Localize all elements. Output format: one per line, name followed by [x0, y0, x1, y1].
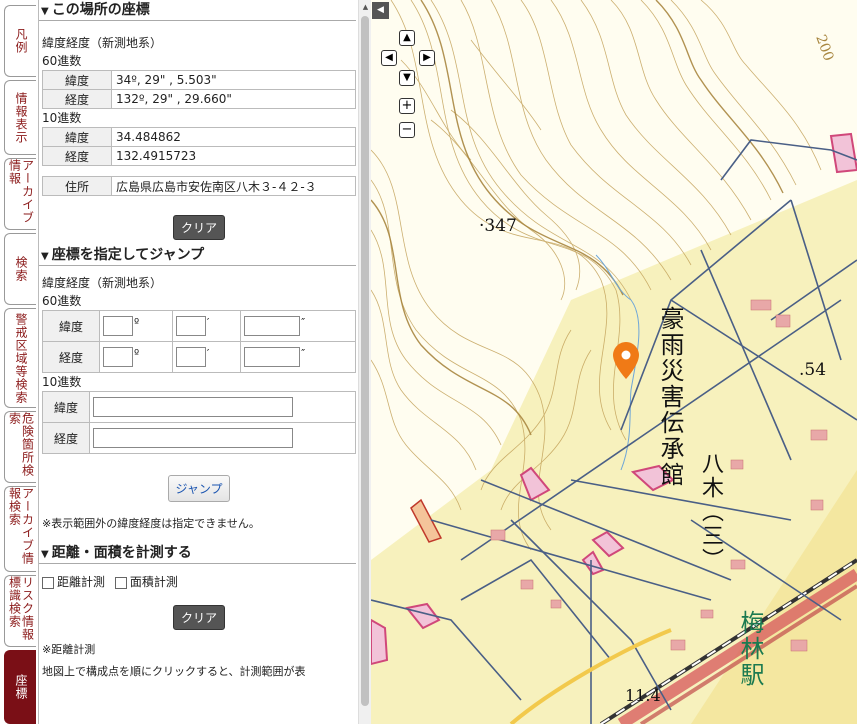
map-canvas [371, 0, 857, 724]
decimal-label: 10進数 [42, 375, 82, 389]
coordinates-panel: ▼ この場所の座標 緯度経度（新測地系） 60進数 緯度 34º, 29" , 5.… [38, 0, 359, 724]
lon-second-input[interactable] [244, 347, 301, 367]
elevation-label: ·347 [479, 216, 517, 236]
tab-label: アーカイブ情報検索 [7, 487, 35, 565]
lon-degree-input[interactable] [103, 347, 133, 367]
tab-coordinates[interactable]: 座標 [4, 650, 36, 724]
lat60-value: 34º, 29" , 5.503" [111, 70, 356, 90]
second-unit: ″ [301, 347, 306, 360]
tab-label: リスク情報標識検索 [7, 576, 35, 641]
minute-unit: ′ [206, 316, 210, 329]
zoom-out-icon[interactable]: − [399, 122, 415, 138]
pan-up-icon[interactable]: ▲ [399, 30, 415, 46]
scroll-thumb[interactable] [361, 16, 369, 706]
tab-risk-sign-search[interactable]: リスク情報標識検索 [4, 575, 36, 647]
jump-sexagesimal-form: 緯度 º ′ ″ 経度 º ′ ″ [42, 310, 356, 373]
lat-minute-input[interactable] [175, 316, 206, 336]
jump-button[interactable]: ジャンプ [168, 475, 230, 502]
address-value: 広島県広島市安佐南区八木３-４２-３ [111, 176, 356, 196]
lon60-value: 132º, 29" , 29.660" [111, 89, 356, 109]
tab-archive-info[interactable]: アーカイブ情報 [4, 158, 36, 230]
pan-down-icon[interactable]: ▼ [399, 70, 415, 86]
measure-options: 距離計測 面積計測 [42, 573, 359, 593]
tab-warning-area-search[interactable]: 警戒区域等検索 [4, 308, 36, 408]
measure-note-title: ※距離計測 [42, 643, 96, 656]
lat-second-input[interactable] [244, 316, 301, 336]
tab-legend[interactable]: 凡例 [4, 5, 36, 77]
section-title-current-coords: ▼ この場所の座標 [39, 0, 356, 21]
collapse-panel-icon[interactable]: ◀ [372, 2, 389, 19]
decimal-table: 緯度 34.484862 経度 132.4915723 [42, 127, 356, 166]
lat-header: 緯度 [42, 70, 112, 90]
lon-header: 経度 [42, 422, 90, 454]
tab-label: 凡例 [14, 28, 28, 54]
degree-unit: º [134, 347, 140, 360]
sexagesimal-label: 60進数 [42, 54, 82, 68]
clear-coords-button[interactable]: クリア [172, 215, 225, 240]
section-title-jump: ▼ 座標を指定してジャンプ [39, 245, 356, 266]
tab-search[interactable]: 検索 [4, 233, 36, 305]
geodetic-system-label: 緯度経度（新測地系） [42, 276, 163, 290]
tab-label: 情報表示 [14, 91, 28, 144]
clear-measure-button[interactable]: クリア [172, 605, 225, 630]
lon-header: 経度 [42, 341, 100, 373]
lat-degree-input[interactable] [103, 316, 133, 336]
tab-info-display[interactable]: 情報表示 [4, 80, 36, 155]
tab-danger-spot-search[interactable]: 危険箇所検索 [4, 411, 36, 483]
address-table: 住所 広島県広島市安佐南区八木３-４２-３ [42, 176, 356, 196]
geodetic-system-label: 緯度経度（新測地系） [42, 36, 163, 50]
jump-note: ※表示範囲外の緯度経度は指定できません。 [42, 517, 260, 530]
second-unit: ″ [301, 316, 306, 329]
sexagesimal-label: 60進数 [42, 294, 82, 308]
elevation-label: .54 [799, 360, 827, 380]
distance-label: 距離計測 [57, 575, 106, 589]
tab-label: 危険箇所検索 [7, 412, 35, 477]
lon-header: 経度 [42, 146, 112, 166]
memorial-label: 豪雨災害伝承館 [656, 306, 684, 488]
district-label: 八木（三） [698, 452, 723, 572]
map-view[interactable]: ·347 .54 11.4 200 豪雨災害伝承館 八木（三） 梅林駅 ◀ ▲ … [371, 0, 857, 724]
decimal-label: 10進数 [42, 111, 82, 125]
tab-label: アーカイブ情報 [7, 159, 35, 224]
pan-left-icon[interactable]: ◀ [381, 50, 397, 66]
sexagesimal-table: 緯度 34º, 29" , 5.503" 経度 132º, 29" , 29.660… [42, 70, 356, 109]
side-tab-strip: 凡例 情報表示 アーカイブ情報 検索 警戒区域等検索 危険箇所検索 アーカイブ情… [0, 0, 38, 724]
address-header: 住所 [42, 176, 112, 196]
jump-decimal-form: 緯度 経度 [42, 391, 356, 454]
section-title-measure: ▼ 距離・面積を計測する [39, 543, 356, 564]
tab-label: 検索 [14, 256, 28, 282]
pan-right-icon[interactable]: ▶ [419, 50, 435, 66]
lon-minute-input[interactable] [175, 347, 206, 367]
lon-header: 経度 [42, 89, 112, 109]
lat-header: 緯度 [42, 127, 112, 147]
area-label: 面積計測 [129, 575, 178, 589]
tab-label: 座標 [14, 674, 28, 700]
lat-decimal-input[interactable] [93, 397, 293, 417]
minute-unit: ′ [206, 347, 210, 360]
elevation-label: 11.4 [625, 686, 661, 705]
zoom-in-icon[interactable]: + [399, 98, 415, 114]
panel-scrollbar[interactable]: ▲ [358, 0, 372, 724]
degree-unit: º [134, 316, 140, 329]
lat-header: 緯度 [42, 310, 100, 342]
lat10-value: 34.484862 [111, 127, 356, 147]
lon-decimal-input[interactable] [93, 428, 293, 448]
lat-header: 緯度 [42, 391, 90, 423]
area-checkbox[interactable] [114, 576, 127, 589]
tab-archive-search[interactable]: アーカイブ情報検索 [4, 486, 36, 572]
tab-label: 警戒区域等検索 [14, 312, 28, 404]
measure-note-body: 地図上で構成点を順にクリックすると、計測範囲が表 [42, 665, 306, 678]
distance-checkbox[interactable] [42, 576, 54, 589]
station-label: 梅林駅 [736, 610, 764, 688]
lon10-value: 132.4915723 [111, 146, 356, 166]
